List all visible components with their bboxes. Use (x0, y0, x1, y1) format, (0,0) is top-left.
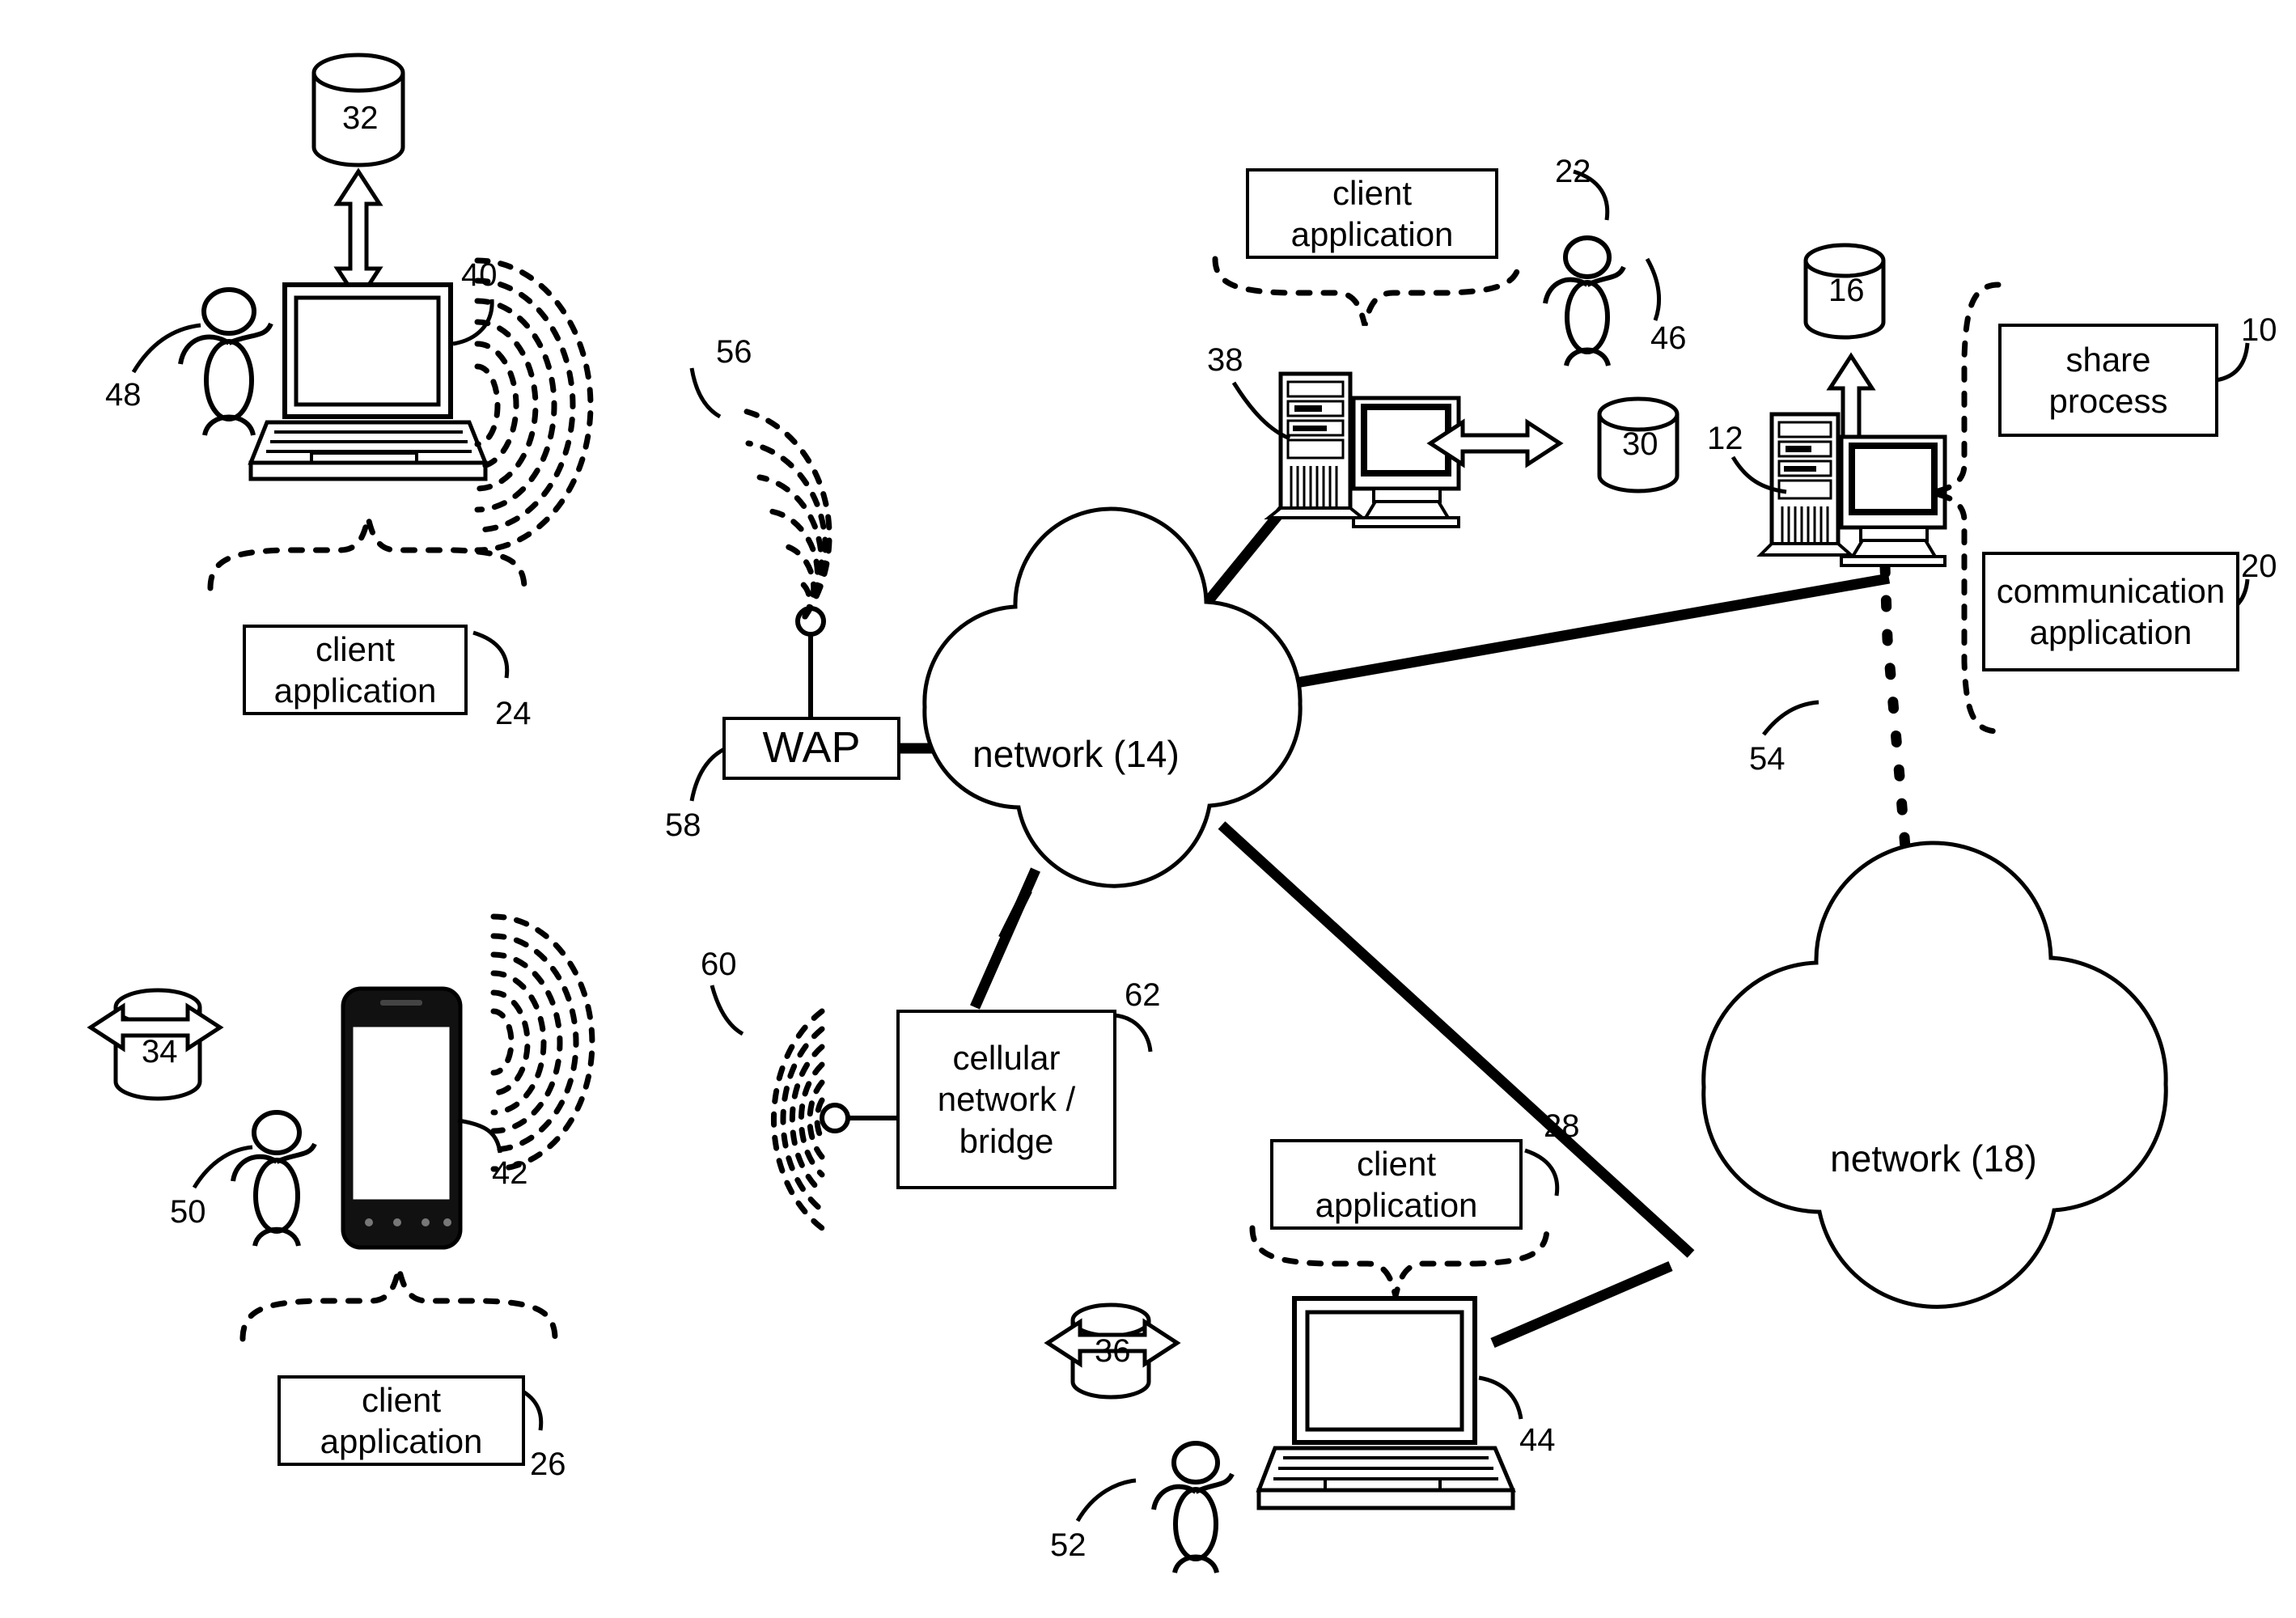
leader-54 (1762, 700, 1819, 736)
wireless-waves-phone (490, 913, 595, 1172)
communication-application-text: communication application (1996, 571, 2226, 651)
user-52 (1151, 1441, 1235, 1574)
ref-50: 50 (170, 1194, 206, 1230)
laptop-44 (1256, 1296, 1516, 1510)
wireless-waves-60 (771, 1008, 825, 1231)
share-process-text: share process (2048, 340, 2168, 420)
leader-52 (1075, 1478, 1137, 1523)
box-share-process: share process (1998, 324, 2218, 437)
cellular-antenna (820, 1103, 896, 1133)
leader-48 (131, 323, 201, 374)
server-12 (1756, 412, 1947, 567)
client-application-26-text: client application (320, 1380, 483, 1460)
arrow-db32-laptop40 (337, 172, 379, 301)
ref-38: 38 (1207, 342, 1243, 378)
db-30-label: 30 (1622, 426, 1658, 462)
cloud-network-18 (1701, 841, 2168, 1309)
leader-24 (472, 630, 510, 679)
ref-60: 60 (701, 947, 737, 982)
cloud-label-network-14: network (14) (972, 733, 1180, 775)
bracket-28 (1249, 1225, 1550, 1297)
ref-54: 54 (1749, 741, 1786, 777)
leader-46 (1645, 257, 1662, 321)
leader-44 (1478, 1375, 1523, 1420)
wireless-waves-wap (734, 406, 832, 620)
wap-antenna (795, 606, 826, 720)
server-38 (1264, 371, 1461, 528)
box-communication-application: communication application (1982, 552, 2239, 671)
ref-62: 62 (1125, 977, 1161, 1013)
db-32-label: 32 (342, 100, 379, 136)
cellular-bridge-text: cellular network / bridge (937, 1039, 1076, 1160)
ref-10: 10 (2241, 312, 2277, 348)
ref-52: 52 (1050, 1527, 1087, 1563)
ref-12: 12 (1707, 421, 1743, 456)
ref-24: 24 (495, 696, 532, 731)
ref-40: 40 (461, 257, 498, 293)
user-46 (1543, 235, 1626, 366)
ref-20: 20 (2241, 549, 2277, 584)
cloud-label-network-18: network (18) (1830, 1137, 2037, 1180)
bracket-26 (239, 1268, 558, 1342)
box-client-application-24: client application (243, 625, 468, 715)
db-34-label: 34 (142, 1034, 178, 1069)
ref-58: 58 (665, 807, 701, 843)
leader-56 (689, 367, 722, 419)
bracket-22 (1212, 256, 1523, 326)
leader-50 (192, 1145, 253, 1189)
leader-60 (710, 985, 744, 1036)
laptop-40 (248, 282, 489, 481)
db-16-label: 16 (1828, 273, 1865, 308)
user-50 (231, 1110, 317, 1247)
client-application-28-text: client application (1315, 1144, 1478, 1224)
ref-22: 22 (1555, 154, 1591, 189)
ref-46: 46 (1650, 320, 1687, 356)
leader-62 (1114, 1013, 1153, 1053)
link-cellular-stub (998, 887, 1032, 941)
ref-26: 26 (530, 1446, 566, 1482)
link-net14-server12 (1244, 573, 1891, 697)
user-48 (178, 287, 273, 436)
ref-56: 56 (716, 334, 752, 370)
wireless-waves-56 (474, 257, 594, 553)
bracket-24 (207, 517, 527, 591)
arrow-server38-db30 (1430, 422, 1560, 464)
ref-42: 42 (492, 1155, 528, 1191)
ref-44: 44 (1519, 1422, 1556, 1458)
wap-text: WAP (762, 723, 861, 773)
box-wap: WAP (722, 717, 900, 780)
box-client-application-22: client application (1246, 168, 1498, 259)
db-36-label: 36 (1095, 1333, 1131, 1369)
patent-figure-canvas: 32 34 30 16 36 network (14) network (18)… (0, 0, 2296, 1618)
ref-28: 28 (1544, 1108, 1580, 1144)
box-client-application-28: client application (1270, 1139, 1523, 1230)
client-application-22-text: client application (1290, 173, 1454, 253)
leader-28 (1524, 1148, 1560, 1197)
link-laptop44-net18 (1490, 1261, 1673, 1348)
box-cellular-network-bridge: cellular network / bridge (896, 1010, 1116, 1189)
smartphone-42 (341, 986, 463, 1250)
leader-10 (2215, 342, 2250, 383)
leader-42 (457, 1118, 502, 1154)
ref-48: 48 (105, 377, 142, 413)
client-application-24-text: client application (273, 629, 437, 709)
box-client-application-26: client application (277, 1375, 525, 1466)
